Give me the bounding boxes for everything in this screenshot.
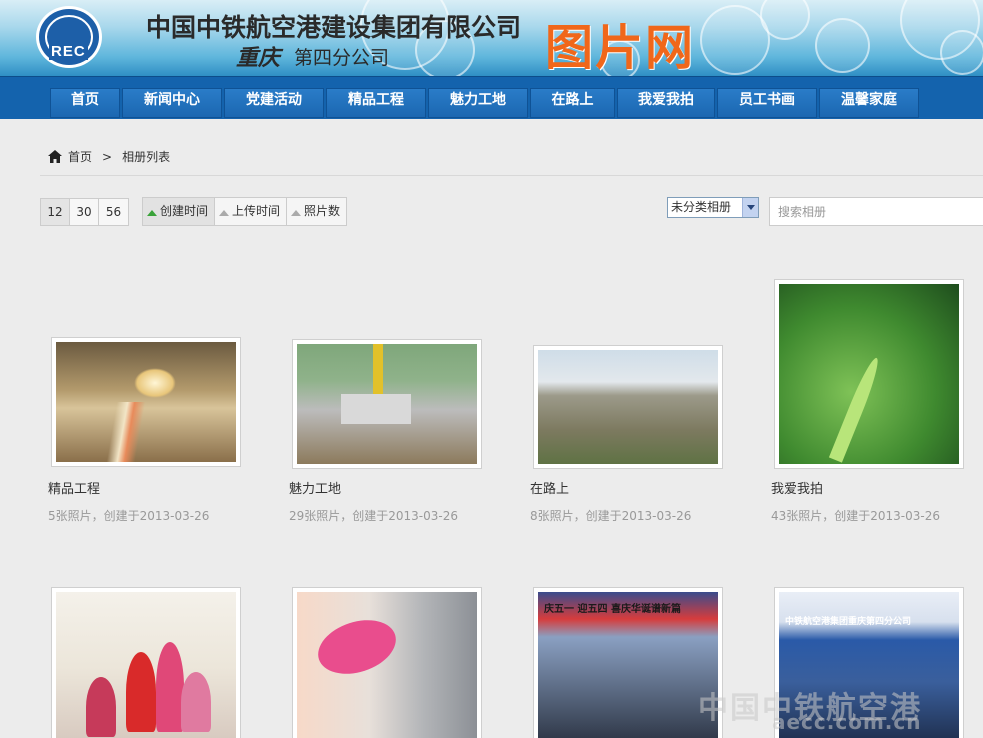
banner-bubble (815, 18, 870, 73)
sort-options: 创建时间 上传时间 照片数 (142, 197, 348, 226)
album-thumbnail[interactable] (774, 279, 964, 469)
nav-item-home[interactable]: 首页 (50, 88, 120, 118)
nav-item-family[interactable]: 温馨家庭 (819, 88, 919, 118)
page-size-30-button[interactable]: 30 (70, 199, 99, 225)
album-photo-grass (779, 284, 959, 464)
home-icon (48, 150, 62, 163)
sort-uploaded-button[interactable]: 上传时间 (215, 198, 288, 225)
branch-name: 第四分公司 (294, 47, 390, 69)
album-title[interactable]: 魅力工地 (289, 478, 341, 497)
album-title[interactable]: 我爱我拍 (771, 478, 823, 497)
site-name: 图片网 (545, 20, 696, 76)
team-banner-text: 庆五一 迎五四 喜庆华诞谱新篇 (544, 604, 681, 615)
sort-photo-count-label: 照片数 (304, 204, 341, 218)
album-photo-toy (297, 592, 477, 738)
header-banner: REC 中国中铁航空港建设集团有限公司 重庆 第四分公司 图片网 (0, 0, 983, 76)
album-category-value: 未分类相册 (671, 200, 732, 214)
sort-created-label: 创建时间 (160, 204, 209, 218)
sort-arrow-up-icon (219, 209, 230, 216)
nav-item-calligraphy[interactable]: 员工书画 (717, 88, 817, 118)
company-logo[interactable]: REC (36, 6, 102, 68)
album-thumbnail[interactable] (292, 339, 482, 469)
album-thumbnail[interactable] (292, 587, 482, 738)
nav-item-party[interactable]: 党建活动 (224, 88, 324, 118)
company-name: 中国中铁航空港建设集团有限公司 (146, 13, 522, 42)
nav-item-photography[interactable]: 我爱我拍 (617, 88, 715, 118)
watermark-url: aecc.com.cn (772, 710, 922, 734)
album-thumbnail[interactable] (51, 337, 241, 467)
album-photo-tunnel (56, 342, 236, 462)
album-title[interactable]: 精品工程 (48, 478, 100, 497)
nav-item-news[interactable]: 新闻中心 (122, 88, 222, 118)
breadcrumb-home-link[interactable]: 首页 (68, 148, 92, 165)
page-size-56-button[interactable]: 56 (99, 199, 128, 225)
album-photo-family (56, 592, 236, 738)
sort-uploaded-label: 上传时间 (232, 204, 281, 218)
divider (40, 175, 983, 176)
album-photo-village (538, 350, 718, 464)
chevron-down-icon[interactable] (742, 198, 758, 217)
breadcrumb-separator: > (102, 149, 113, 164)
nav-item-on-the-road[interactable]: 在路上 (530, 88, 615, 118)
sort-arrow-up-icon (291, 209, 302, 216)
logo-text: REC (49, 43, 88, 60)
branch-city: 重庆 (236, 45, 281, 71)
album-meta: 29张照片，创建于2013-03-26 (289, 509, 459, 523)
album-search-input[interactable] (769, 197, 983, 226)
banner-bubble (940, 30, 983, 75)
meeting-banner-text: 中铁航空港集团重庆第四分公司 (785, 617, 912, 627)
album-meta: 5张照片，创建于2013-03-26 (48, 509, 210, 523)
album-meta: 43张照片，创建于2013-03-26 (771, 509, 941, 523)
nav-item-worksite[interactable]: 魅力工地 (428, 88, 528, 118)
sort-photo-count-button[interactable]: 照片数 (287, 198, 347, 225)
main-nav: 首页 新闻中心 党建活动 精品工程 魅力工地 在路上 我爱我拍 员工书画 温馨家… (0, 76, 983, 119)
sort-arrow-up-icon (147, 209, 157, 216)
album-photo-team: 庆五一 迎五四 喜庆华诞谱新篇 (538, 592, 718, 738)
album-title[interactable]: 在路上 (530, 478, 569, 497)
album-thumbnail[interactable] (51, 587, 241, 738)
album-meta: 8张照片，创建于2013-03-26 (530, 509, 692, 523)
album-thumbnail[interactable]: 庆五一 迎五四 喜庆华诞谱新篇 (533, 587, 723, 738)
album-category-select[interactable]: 未分类相册 (667, 197, 759, 218)
album-photo-worksite (297, 344, 477, 464)
sort-created-button[interactable]: 创建时间 (143, 198, 216, 225)
album-thumbnail[interactable] (533, 345, 723, 469)
page-size-12-button[interactable]: 12 (41, 199, 70, 225)
page-size-selector: 12 30 56 (40, 198, 129, 226)
breadcrumb-current: 相册列表 (122, 150, 171, 164)
nav-item-projects[interactable]: 精品工程 (326, 88, 426, 118)
breadcrumb: 首页 > 相册列表 (48, 148, 170, 165)
